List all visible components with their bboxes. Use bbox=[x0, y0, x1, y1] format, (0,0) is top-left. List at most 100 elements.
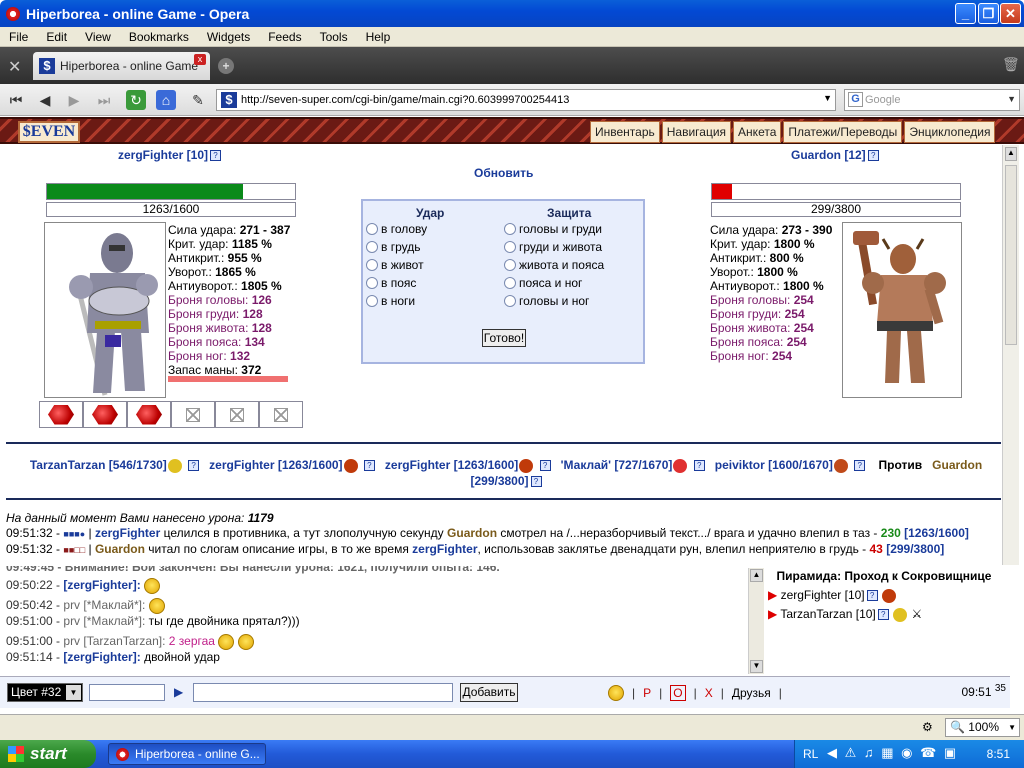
radio-button[interactable] bbox=[504, 223, 516, 235]
combatant-4[interactable]: 'Маклай' [727/1670] bbox=[561, 458, 673, 472]
new-tab-icon[interactable]: + bbox=[218, 58, 234, 74]
nav-inventory[interactable]: Инвентарь bbox=[590, 121, 660, 143]
radio-button[interactable] bbox=[366, 259, 378, 271]
info-icon[interactable]: ? bbox=[693, 460, 705, 472]
info-icon[interactable]: ? bbox=[877, 609, 889, 621]
menu-file[interactable]: File bbox=[0, 30, 37, 44]
menu-view[interactable]: View bbox=[76, 30, 120, 44]
nav-payments[interactable]: Платежи/Переводы bbox=[783, 121, 903, 143]
wrench-icon[interactable]: ✕ bbox=[8, 57, 21, 77]
radio-button[interactable] bbox=[504, 259, 516, 271]
chat-scrollbar[interactable]: ▲ ▼ bbox=[748, 568, 764, 674]
nav-profile[interactable]: Анкета bbox=[733, 121, 782, 143]
back-icon[interactable]: ◀ bbox=[35, 90, 55, 110]
tab-hiperborea[interactable]: $ Hiperborea - online Game x bbox=[33, 52, 210, 80]
start-button[interactable]: start bbox=[0, 740, 96, 768]
link-o[interactable]: О bbox=[670, 685, 686, 701]
scroll-down-icon[interactable]: ▼ bbox=[750, 660, 763, 673]
radio-button[interactable] bbox=[366, 295, 378, 307]
defense-option[interactable]: головы и груди bbox=[504, 222, 602, 236]
menu-bookmarks[interactable]: Bookmarks bbox=[120, 30, 198, 44]
maximize-button[interactable]: ❐ bbox=[978, 3, 999, 24]
fast-forward-icon[interactable]: ⏭ bbox=[94, 90, 114, 110]
info-icon[interactable]: ? bbox=[866, 590, 878, 602]
tray-icons[interactable]: ◀ ⚠ ♫ ▦ ◉ ☎ ▣ bbox=[827, 745, 958, 761]
taskbar-item-opera[interactable]: Hiperborea - online G... bbox=[108, 743, 266, 765]
combatant-3[interactable]: zergFighter [1263/1600] bbox=[385, 458, 518, 472]
menu-widgets[interactable]: Widgets bbox=[198, 30, 259, 44]
radio-button[interactable] bbox=[504, 295, 516, 307]
link-x[interactable]: Х bbox=[705, 686, 713, 700]
menu-tools[interactable]: Tools bbox=[311, 30, 357, 44]
versus-name[interactable]: Guardon bbox=[932, 458, 982, 472]
enemy-name[interactable]: Guardon [12] bbox=[791, 148, 866, 162]
minimize-button[interactable]: _ bbox=[955, 3, 976, 24]
trash-icon[interactable]: 🗑 bbox=[1002, 56, 1020, 73]
slot-1[interactable] bbox=[39, 401, 83, 428]
player-name[interactable]: zergFighter [10] bbox=[118, 148, 208, 162]
page-scrollbar[interactable]: ▲ bbox=[1002, 145, 1019, 565]
link-friends[interactable]: Друзья bbox=[732, 686, 771, 700]
defense-option[interactable]: живота и пояса bbox=[504, 258, 604, 272]
radio-button[interactable] bbox=[504, 277, 516, 289]
slot-2[interactable] bbox=[83, 401, 127, 428]
panel-icon[interactable]: ⚙ bbox=[922, 720, 933, 734]
defense-option[interactable]: головы и ног bbox=[504, 294, 589, 308]
scroll-up-icon[interactable]: ▲ bbox=[1005, 147, 1017, 161]
smiley-icon[interactable] bbox=[608, 685, 624, 701]
reload-icon[interactable]: ↻ bbox=[126, 90, 146, 110]
attack-option[interactable]: в ноги bbox=[366, 294, 415, 308]
game-logo[interactable]: $EVEN bbox=[18, 121, 80, 143]
menu-edit[interactable]: Edit bbox=[37, 30, 76, 44]
forward-icon[interactable]: ▶ bbox=[64, 90, 84, 110]
home-icon[interactable]: ⌂ bbox=[156, 90, 176, 110]
color-select[interactable]: Цвет #32 ▼ bbox=[7, 683, 83, 702]
radio-button[interactable] bbox=[366, 241, 378, 253]
defense-option[interactable]: пояса и ног bbox=[504, 276, 582, 290]
zoom-select[interactable]: 🔍 100% ▼ bbox=[945, 718, 1020, 737]
player-info-icon[interactable]: ? bbox=[210, 150, 222, 162]
slot-6[interactable] bbox=[259, 401, 303, 428]
slot-4[interactable] bbox=[171, 401, 215, 428]
combatant-1[interactable]: TarzanTarzan [546/1730] bbox=[30, 458, 167, 472]
log-actor[interactable]: Guardon bbox=[95, 542, 145, 556]
send-arrow-icon[interactable]: ▶ bbox=[174, 685, 183, 699]
attack-option[interactable]: в грудь bbox=[366, 240, 420, 254]
enemy-info-icon[interactable]: ? bbox=[867, 150, 879, 162]
attack-option[interactable]: в живот bbox=[366, 258, 424, 272]
info-icon[interactable]: ? bbox=[539, 460, 551, 472]
swords-icon[interactable]: ⚔ bbox=[911, 607, 922, 621]
info-icon[interactable]: ? bbox=[188, 460, 200, 472]
refresh-link[interactable]: Обновить bbox=[474, 166, 533, 180]
address-dropdown-icon[interactable]: ▼ bbox=[823, 93, 832, 103]
link-r[interactable]: Р bbox=[643, 686, 651, 700]
online-user-name[interactable]: TarzanTarzan [10] bbox=[780, 607, 875, 621]
search-input[interactable]: G Google ▼ bbox=[844, 89, 1020, 111]
attack-option[interactable]: в пояс bbox=[366, 276, 416, 290]
nav-encyclopedia[interactable]: Энциклопедия bbox=[904, 121, 996, 143]
log-target[interactable]: Guardon bbox=[447, 526, 497, 540]
radio-button[interactable] bbox=[504, 241, 516, 253]
message-input[interactable] bbox=[193, 683, 453, 702]
language-indicator[interactable]: RL bbox=[803, 747, 818, 761]
radio-button[interactable] bbox=[366, 223, 378, 235]
scroll-up-icon[interactable]: ▲ bbox=[750, 569, 763, 582]
defense-option[interactable]: груди и живота bbox=[504, 240, 602, 254]
add-button[interactable]: Добавить bbox=[460, 683, 518, 702]
online-user-name[interactable]: zergFighter [10] bbox=[781, 588, 865, 602]
edit-icon[interactable]: ✎ bbox=[188, 90, 208, 110]
info-icon[interactable]: ? bbox=[854, 460, 866, 472]
search-dropdown-icon[interactable]: ▼ bbox=[1007, 94, 1016, 104]
scroll-thumb[interactable] bbox=[1005, 165, 1017, 345]
recipient-input[interactable] bbox=[89, 684, 165, 701]
slot-5[interactable] bbox=[215, 401, 259, 428]
menu-help[interactable]: Help bbox=[357, 30, 400, 44]
attack-option[interactable]: в голову bbox=[366, 222, 427, 236]
rewind-icon[interactable]: ⏮ bbox=[6, 90, 26, 110]
menu-feeds[interactable]: Feeds bbox=[259, 30, 310, 44]
log-actor[interactable]: zergFighter bbox=[95, 526, 160, 540]
ready-button[interactable]: Готово! bbox=[482, 329, 526, 347]
nav-navigation[interactable]: Навигация bbox=[661, 121, 732, 143]
info-icon[interactable]: ? bbox=[363, 460, 375, 472]
close-button[interactable]: ✕ bbox=[1000, 3, 1021, 24]
